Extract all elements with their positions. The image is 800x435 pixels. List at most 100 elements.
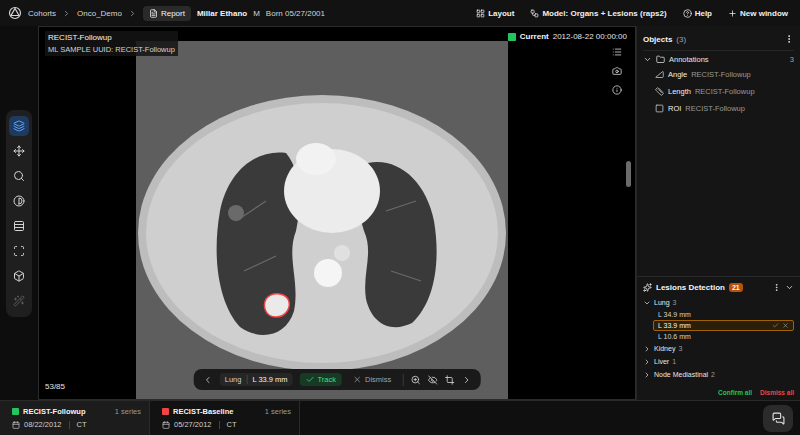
- list-icon[interactable]: [612, 47, 622, 57]
- top-bar: CohortsOnco_DemoReportMillar EthanoMBorn…: [0, 0, 800, 26]
- tool-button[interactable]: [9, 291, 29, 311]
- tool-button[interactable]: [9, 166, 29, 186]
- hide-button[interactable]: [427, 375, 437, 385]
- chevron-down-icon[interactable]: [785, 283, 794, 292]
- tool-button[interactable]: [9, 266, 29, 286]
- divider: [69, 421, 70, 429]
- annotation-icon: [655, 104, 664, 113]
- more-icon[interactable]: [772, 283, 781, 292]
- series-title: RECIST-Followup: [23, 407, 86, 416]
- series-title: RECIST-Baseline: [173, 407, 233, 416]
- object-name: RECIST-Followup: [691, 70, 751, 79]
- divider: [219, 421, 220, 429]
- group-count: 2: [711, 371, 715, 378]
- top-action[interactable]: Help: [681, 7, 714, 20]
- calendar-icon: [12, 421, 20, 429]
- action-icon: [683, 9, 692, 18]
- logo-icon[interactable]: [8, 6, 22, 20]
- object-type: ROI: [668, 104, 681, 113]
- lesions-header: Lesions Detection21: [643, 279, 794, 296]
- crop-icon: [444, 375, 454, 385]
- previous-button[interactable]: [203, 375, 213, 385]
- folder-icon: [656, 55, 665, 64]
- breadcrumb-item[interactable]: Onco_Demo: [77, 9, 122, 18]
- chevron-down-icon: [643, 55, 652, 64]
- tool-icon: [13, 145, 25, 157]
- tool-button[interactable]: [9, 116, 29, 136]
- group-count: 1: [672, 358, 676, 365]
- objects-section: Objects(3)Annotations3AngleRECIST-Follow…: [637, 26, 800, 276]
- tool-palette: [6, 110, 32, 317]
- lesion-item[interactable]: L 34.9 mm: [653, 309, 794, 320]
- report-button[interactable]: Report: [143, 6, 191, 21]
- check-icon[interactable]: [772, 322, 779, 329]
- lesions-section: Lesions Detection21Lung3L 34.9 mmL 33.9 …: [637, 276, 800, 400]
- crop-button[interactable]: [444, 375, 454, 385]
- more-icon[interactable]: [784, 34, 794, 44]
- slice-scrollbar[interactable]: [626, 161, 631, 187]
- lesion-group[interactable]: Kidney3: [643, 342, 794, 355]
- document-icon: [149, 9, 158, 18]
- group-count: 3: [678, 345, 682, 352]
- dismiss-all-button[interactable]: Dismiss all: [760, 389, 794, 396]
- tool-button[interactable]: [9, 216, 29, 236]
- left-rail: [0, 26, 38, 400]
- lesions-count: 21: [729, 283, 743, 292]
- dismiss-button[interactable]: Dismiss: [349, 373, 395, 386]
- lesion-group[interactable]: Lung3: [643, 296, 794, 309]
- chevron-right-icon: [461, 375, 471, 385]
- tool-icon: [13, 170, 25, 182]
- object-type: Angle: [668, 70, 687, 79]
- tool-icon: [13, 195, 25, 207]
- chevron-down-icon: [643, 299, 651, 307]
- series-card[interactable]: RECIST-Baseline1 series05/27/2012CT: [150, 401, 300, 435]
- status-time: 2012-08-22 00:00:00: [553, 32, 627, 41]
- tool-icon: [13, 120, 25, 132]
- calendar-icon: [162, 421, 170, 429]
- series-modality: CT: [77, 420, 87, 429]
- info-icon[interactable]: [612, 85, 622, 95]
- top-action[interactable]: Layout: [474, 7, 516, 20]
- close-icon: [353, 375, 362, 384]
- lesions-footer: Confirm all Dismiss all: [643, 387, 794, 398]
- tool-button[interactable]: [9, 191, 29, 211]
- lesion-group[interactable]: Liver1: [643, 355, 794, 368]
- tool-icon: [13, 295, 25, 307]
- ct-image[interactable]: [136, 41, 508, 399]
- tool-button[interactable]: [9, 241, 29, 261]
- chevron-right-icon: [643, 371, 651, 379]
- object-row[interactable]: Angle RECIST-Followup: [643, 67, 794, 81]
- chat-button[interactable]: [763, 405, 793, 432]
- object-row[interactable]: LengthRECIST-Followup: [643, 84, 794, 98]
- zoom-icon: [410, 375, 420, 385]
- status-dot: [508, 33, 516, 41]
- camera-icon[interactable]: [612, 66, 622, 76]
- lesion-item[interactable]: L 10.6 mm: [653, 331, 794, 342]
- lesion-item[interactable]: L 33.9 mm: [653, 320, 794, 331]
- lesion-group[interactable]: Node Mediastinal2: [643, 368, 794, 381]
- next-button[interactable]: [461, 375, 471, 385]
- series-date: 05/27/2012: [174, 420, 212, 429]
- confirm-all-button[interactable]: Confirm all: [718, 389, 752, 396]
- app: CohortsOnco_DemoReportMillar EthanoMBorn…: [0, 0, 800, 435]
- object-row[interactable]: ROIRECIST-Followup: [643, 101, 794, 115]
- track-button[interactable]: Track: [300, 373, 342, 386]
- folder-row[interactable]: Annotations3: [643, 50, 794, 64]
- zoom-button[interactable]: [410, 375, 420, 385]
- action-icon: [530, 9, 539, 18]
- tool-button[interactable]: [9, 141, 29, 161]
- top-action[interactable]: New window: [726, 7, 790, 20]
- top-action[interactable]: Model: Organs + Lesions (raps2): [528, 7, 668, 20]
- object-name: RECIST-Followup: [695, 87, 755, 96]
- lesion-actions: [772, 322, 789, 329]
- series-color: [162, 408, 169, 415]
- main: RECIST-Followup ML SAMPLE UUID: RECIST-Fo…: [0, 26, 800, 400]
- viewport[interactable]: RECIST-FollowupML SAMPLE UUID: RECIST-Fo…: [38, 26, 636, 400]
- tool-icon: [13, 270, 25, 282]
- check-icon: [306, 375, 315, 384]
- close-icon[interactable]: [782, 322, 789, 329]
- series-uuid: ML SAMPLE UUID: RECIST-Followup: [48, 45, 175, 54]
- series-card[interactable]: RECIST-Followup1 series08/22/2012CT: [0, 401, 150, 435]
- status: Current2012-08-22 00:00:00: [508, 32, 627, 41]
- breadcrumb-item[interactable]: Cohorts: [28, 9, 56, 18]
